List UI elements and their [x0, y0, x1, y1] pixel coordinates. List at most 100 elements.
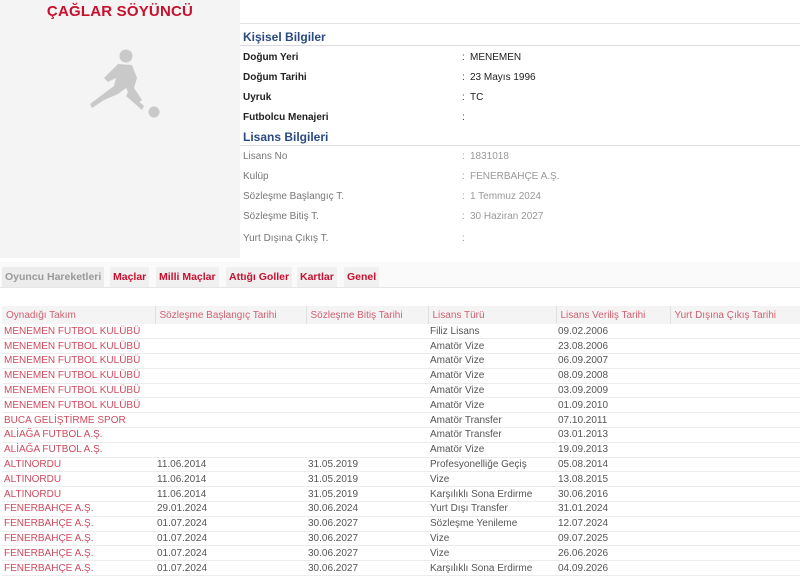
- contract-start-cell: [155, 427, 306, 443]
- agent-label: Futbolcu Menajeri: [243, 112, 329, 123]
- license-date-cell: 07.10.2011: [556, 412, 670, 429]
- contract-start-row: Sözleşme Başlangıç T. : 1 Temmuz 2024: [243, 189, 800, 207]
- tabs-bar: Oyuncu Hareketleri Maçlar Milli Maçlar A…: [0, 262, 800, 288]
- contract-start-cell: [155, 412, 306, 429]
- contract-start-cell: [155, 442, 306, 458]
- team-cell: ALTINORDU: [2, 471, 155, 488]
- contract-end-cell: 30.06.2027: [306, 560, 428, 577]
- abroad-exit-cell: [670, 516, 800, 532]
- team-cell: FENERBAHÇE A.Ş.: [2, 545, 155, 562]
- contract-start-cell: 01.07.2024: [155, 560, 306, 577]
- table-row: MENEMEN FUTBOL KULÜBÜ Amatör Vize 08.09.20…: [2, 368, 800, 384]
- license-type-cell: Profesyonelliğe Geçiş: [428, 457, 556, 473]
- contract-start-cell: [155, 368, 306, 384]
- table-row: MENEMEN FUTBOL KULÜBÜ Amatör Vize 23.08.20…: [2, 338, 800, 355]
- tab-goals-scored[interactable]: Attığı Goller: [226, 267, 293, 287]
- team-cell: MENEMEN FUTBOL KULÜBÜ: [2, 383, 155, 399]
- abroad-exit-label: Yurt Dışına Çıkış T.: [243, 233, 329, 244]
- license-type-cell: Karşılıklı Sona Erdirme: [428, 560, 556, 577]
- column-header-license-date: Lisans Veriliş Tarihi: [556, 306, 671, 324]
- team-cell: BUCA GELİŞTİRME SPOR: [2, 412, 155, 429]
- colon: :: [462, 233, 465, 244]
- contract-end-cell: [306, 397, 428, 414]
- contract-end-cell: [306, 338, 428, 355]
- club-label: Kulüp: [243, 171, 269, 182]
- colon: :: [462, 191, 465, 202]
- birthdate-row: Doğum Tarihi : 23 Mayıs 1996: [243, 70, 800, 88]
- license-date-cell: 08.09.2008: [556, 368, 670, 384]
- contract-end-cell: [306, 368, 428, 384]
- table-row: MENEMEN FUTBOL KULÜBÜ Amatör Vize 01.09.20…: [2, 397, 800, 414]
- abroad-exit-cell: [670, 531, 800, 547]
- birthplace-row: Doğum Yeri : MENEMEN: [243, 50, 800, 68]
- personal-info-divider: [240, 45, 800, 46]
- club-row: Kulüp : FENERBAHÇE A.Ş.: [243, 169, 800, 187]
- team-cell: ALİAĞA FUTBOL A.Ş.: [2, 442, 155, 458]
- team-cell: FENERBAHÇE A.Ş.: [2, 501, 155, 517]
- license-date-cell: 05.08.2014: [556, 457, 670, 473]
- table-row: FENERBAHÇE A.Ş. 01.07.2024 30.06.2027 Sözle…: [2, 516, 800, 532]
- team-cell: FENERBAHÇE A.Ş.: [2, 531, 155, 547]
- license-type-cell: Vize: [428, 471, 556, 488]
- colon: :: [462, 211, 465, 222]
- license-type-cell: Amatör Vize: [428, 442, 556, 458]
- contract-start-value: 1 Temmuz 2024: [470, 191, 541, 202]
- abroad-exit-cell: [670, 338, 800, 355]
- player-silhouette-icon: [90, 49, 160, 118]
- table-row: FENERBAHÇE A.Ş. 01.07.2024 30.06.2027 Karşı…: [2, 560, 800, 577]
- contract-start-cell: 01.07.2024: [155, 545, 306, 562]
- tab-national-matches[interactable]: Milli Maçlar: [156, 267, 219, 287]
- birthplace-value: MENEMEN: [470, 52, 522, 63]
- team-cell: FENERBAHÇE A.Ş.: [2, 560, 155, 577]
- license-date-cell: 03.09.2009: [556, 383, 670, 399]
- abroad-exit-cell: [670, 412, 800, 429]
- license-type-cell: Amatör Vize: [428, 338, 556, 355]
- abroad-exit-cell: [670, 501, 800, 517]
- tab-player-movements[interactable]: Oyuncu Hareketleri: [2, 267, 105, 287]
- license-info-title: Lisans Bilgileri: [243, 130, 329, 144]
- contract-start-cell: 11.06.2014: [155, 486, 306, 503]
- abroad-exit-cell: [670, 486, 800, 503]
- license-no-row: Lisans No : 1831018: [243, 149, 800, 167]
- contract-end-cell: [306, 442, 428, 458]
- player-header: ÇAĞLAR SÖYÜNCÜ Kişisel Bilgiler Doğum Ye…: [0, 0, 800, 258]
- tab-cards[interactable]: Kartlar: [297, 267, 337, 287]
- license-type-cell: Amatör Vize: [428, 368, 556, 384]
- license-date-cell: 03.01.2013: [556, 427, 670, 443]
- abroad-exit-cell: [670, 457, 800, 473]
- table-row: ALİAĞA FUTBOL A.Ş. Amatör Transfer 03.01.2…: [2, 427, 800, 443]
- team-cell: MENEMEN FUTBOL KULÜBÜ: [2, 368, 155, 384]
- contract-end-cell: 30.06.2027: [306, 545, 428, 562]
- player-name: ÇAĞLAR SÖYÜNCÜ: [46, 3, 194, 20]
- team-cell: MENEMEN FUTBOL KULÜBÜ: [2, 353, 155, 369]
- license-date-cell: 31.01.2024: [556, 501, 670, 517]
- table-row: FENERBAHÇE A.Ş. 01.07.2024 30.06.2027 Vize 0…: [2, 531, 800, 547]
- contract-start-cell: [155, 353, 306, 369]
- license-date-cell: 09.02.2006: [556, 324, 670, 340]
- column-header-team: Oynadığı Takım: [2, 306, 156, 324]
- colon: :: [462, 171, 465, 182]
- contract-start-cell: [155, 338, 306, 355]
- team-cell: FENERBAHÇE A.Ş.: [2, 516, 155, 532]
- club-value: FENERBAHÇE A.Ş.: [470, 171, 560, 182]
- abroad-exit-cell: [670, 427, 800, 443]
- player-photo-panel: ÇAĞLAR SÖYÜNCÜ: [0, 0, 240, 258]
- license-no-value: 1831018: [470, 151, 509, 162]
- colon: :: [462, 52, 465, 63]
- table-row: FENERBAHÇE A.Ş. 01.07.2024 30.06.2027 Vize 2…: [2, 545, 800, 562]
- license-type-cell: Amatör Vize: [428, 397, 556, 414]
- nationality-value: TC: [470, 92, 484, 103]
- colon: :: [462, 92, 465, 103]
- nationality-label: Uyruk: [243, 92, 272, 103]
- team-cell: ALTINORDU: [2, 486, 155, 503]
- license-type-cell: Amatör Vize: [428, 353, 556, 369]
- abroad-exit-cell: [670, 560, 800, 577]
- contract-start-cell: 11.06.2014: [155, 471, 306, 488]
- tab-general[interactable]: Genel: [344, 267, 380, 287]
- contract-end-cell: [306, 324, 428, 340]
- column-header-contract-start: Sözleşme Başlangıç Tarihi: [155, 306, 307, 324]
- license-info-divider: [240, 145, 800, 146]
- license-date-cell: 01.09.2010: [556, 397, 670, 414]
- tab-matches[interactable]: Maçlar: [110, 267, 150, 287]
- license-type-cell: Sözleşme Yenileme: [428, 516, 556, 532]
